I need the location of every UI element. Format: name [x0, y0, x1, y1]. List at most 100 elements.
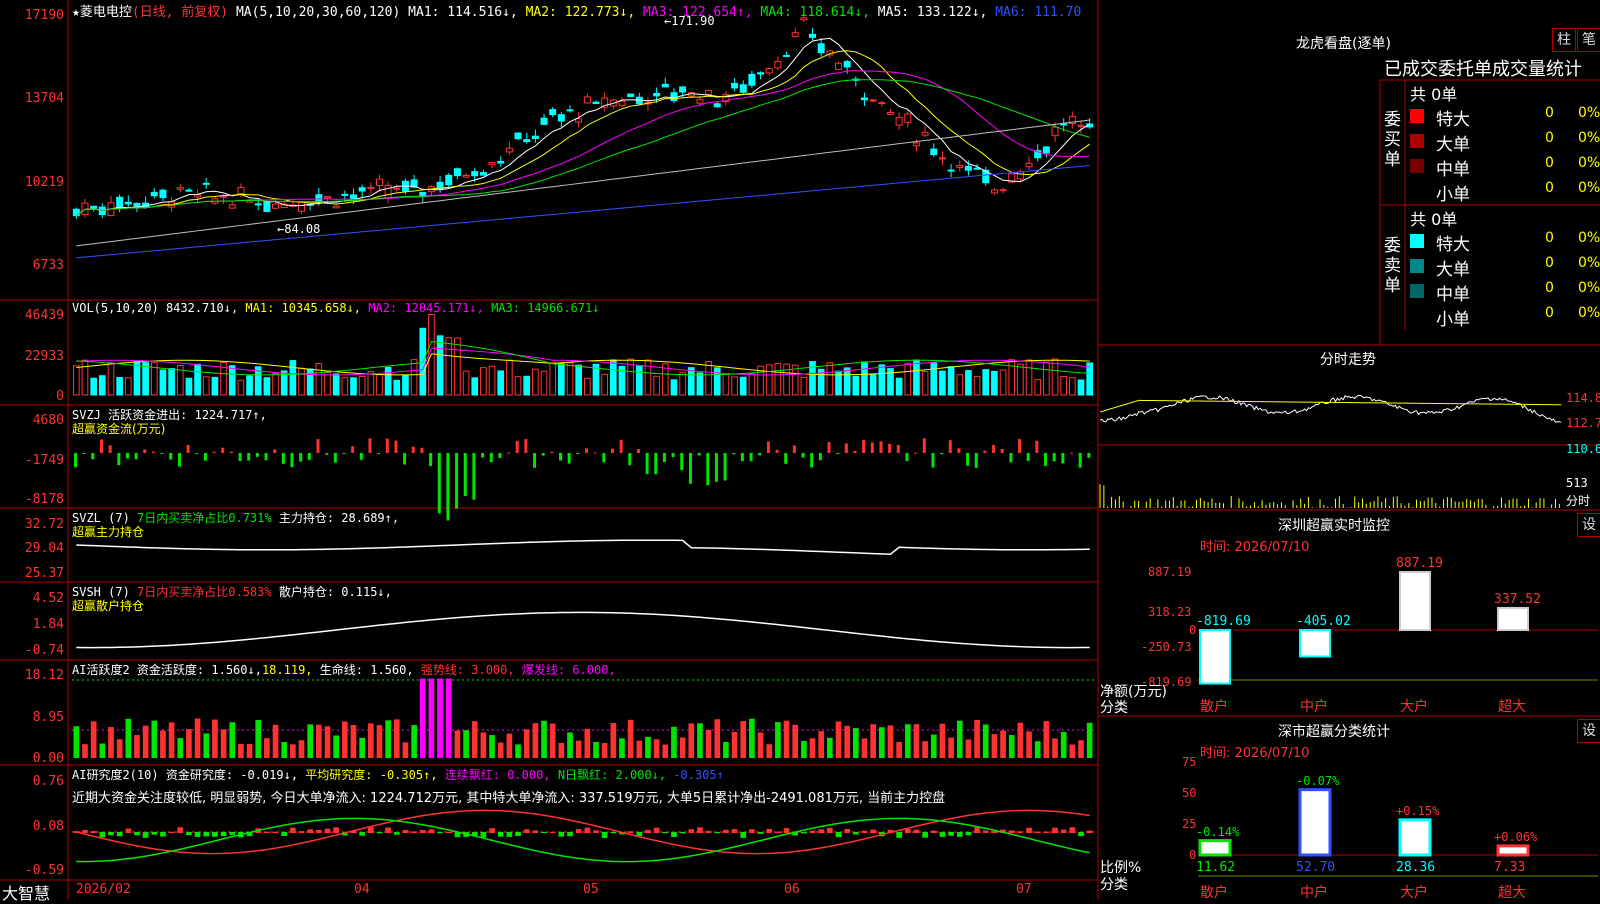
- volume-bar: [921, 370, 929, 396]
- volume-bar: [601, 373, 608, 396]
- research-bar: [194, 832, 201, 837]
- activity-bar: [359, 737, 365, 758]
- svzj-bar: [351, 446, 355, 453]
- svzj-bar: [169, 453, 173, 460]
- research-bar: [731, 829, 738, 833]
- svzl-chart: [76, 539, 1090, 555]
- svzl-y-label: 29.04: [24, 541, 64, 556]
- intraday-price-line: [1099, 394, 1562, 423]
- activity-bar: [108, 727, 114, 758]
- sz-stats-title: 深市超赢分类统计: [1278, 724, 1390, 740]
- volume-bar: [973, 376, 981, 396]
- activity-bar: [714, 719, 721, 758]
- stock-name[interactable]: ★菱电电控: [72, 5, 132, 20]
- svzj-bar: [1070, 452, 1074, 454]
- candle-body: [843, 61, 851, 68]
- sell-side-label: 委卖单: [1384, 236, 1401, 296]
- candle-body: [272, 203, 280, 209]
- volume-bar: [687, 367, 695, 396]
- volume-bar: [272, 373, 279, 396]
- volume-bar: [913, 359, 920, 396]
- svzj-bar: [792, 445, 796, 453]
- research-bar: [688, 829, 695, 833]
- sz-monitor-y: 318.23: [1148, 605, 1192, 619]
- volume-bar: [1077, 379, 1085, 396]
- svzl-ratio: 7日内买卖净占比0.731%: [137, 511, 272, 525]
- buy-side-label: 委买单: [1384, 110, 1401, 170]
- activity-bar: [367, 723, 374, 758]
- volume-bar: [384, 366, 392, 396]
- intraday-vol-unit: 分时: [1566, 494, 1591, 508]
- volume-bar: [298, 367, 305, 396]
- volume-bar: [159, 369, 167, 396]
- svzj-bar: [125, 453, 129, 459]
- research-bar: [749, 829, 755, 833]
- main-y-label: 6733: [32, 258, 64, 273]
- svzj-bar: [723, 453, 727, 481]
- volume-bar: [81, 359, 89, 396]
- svzj-bar: [1061, 453, 1065, 464]
- sz-monitor-category: 超大: [1498, 699, 1526, 715]
- sz-monitor-settings-button[interactable]: 设: [1577, 513, 1600, 537]
- activity-bar: [809, 738, 816, 758]
- sz-stats-settings-button[interactable]: 设: [1577, 719, 1600, 743]
- research-bar: [428, 829, 435, 833]
- sz-stats-bar: [1298, 788, 1332, 857]
- research-bar: [697, 827, 703, 833]
- candle-body: [159, 189, 167, 199]
- bar-mode-button[interactable]: 柱: [1552, 28, 1576, 52]
- ai1-value2: 18.119,: [261, 663, 313, 677]
- svzj-bar: [394, 440, 398, 453]
- candle-body: [1042, 146, 1050, 154]
- volume-bar: [800, 376, 808, 396]
- activity-bar: [203, 733, 210, 758]
- svzj-bar: [463, 453, 467, 497]
- candle-body: [973, 167, 981, 170]
- svzj-bar: [931, 453, 935, 468]
- activity-bar: [73, 726, 80, 758]
- candle-body: [116, 196, 124, 209]
- volume-bar: [185, 377, 193, 396]
- ai2-y-label: -0.59: [24, 863, 64, 878]
- research-bar: [584, 827, 591, 833]
- research-bar: [740, 832, 747, 838]
- high-annotation: ←171.90: [664, 14, 715, 28]
- candle-body: [375, 178, 383, 186]
- volume-bar: [1060, 375, 1068, 396]
- longhu-subtitle: 已成交委托单成交量统计: [1384, 59, 1582, 80]
- volume-bar: [739, 376, 747, 396]
- volume-bar: [895, 377, 903, 396]
- activity-bar: [965, 739, 972, 758]
- research-line-green: [76, 817, 1090, 863]
- volume-bar: [98, 375, 106, 396]
- tick-mode-button[interactable]: 笔: [1577, 28, 1600, 52]
- activity-bar: [636, 740, 643, 758]
- activity-bar: [974, 720, 980, 758]
- svzj-bar: [203, 453, 207, 461]
- svzj-bar: [559, 453, 563, 461]
- activity-bar: [220, 729, 227, 758]
- research-bar: [125, 828, 132, 833]
- activity-bar: [116, 739, 123, 758]
- svzj-bar: [896, 444, 900, 453]
- candle-body: [566, 109, 574, 112]
- svzj-bar: [879, 441, 883, 453]
- svzj-bar: [316, 439, 320, 453]
- price-mode[interactable]: (日线, 前复权): [132, 5, 228, 20]
- main-header: ★菱电电控(日线, 前复权) MA(5,10,20,30,60,120) MA1…: [72, 1, 1081, 20]
- research-bar: [835, 832, 842, 838]
- candle-body: [298, 201, 306, 212]
- ai1-header: AI活跃度2 资金活跃度: 1.560↓,18.119, 生命线: 1.560,…: [72, 661, 616, 678]
- candle-body: [220, 195, 228, 198]
- research-bar: [168, 831, 175, 833]
- ma4-value: MA4: 118.614↓,: [760, 5, 870, 20]
- row-n: 0: [1545, 305, 1554, 321]
- x-axis-label: 07: [1016, 882, 1032, 897]
- activity-bar: [896, 741, 902, 758]
- svzj-bar: [662, 453, 666, 463]
- activity-bar: [731, 731, 738, 758]
- activity-bar: [90, 721, 97, 758]
- activity-bar: [844, 725, 850, 758]
- candle-body: [809, 33, 817, 38]
- activity-bar: [948, 737, 954, 758]
